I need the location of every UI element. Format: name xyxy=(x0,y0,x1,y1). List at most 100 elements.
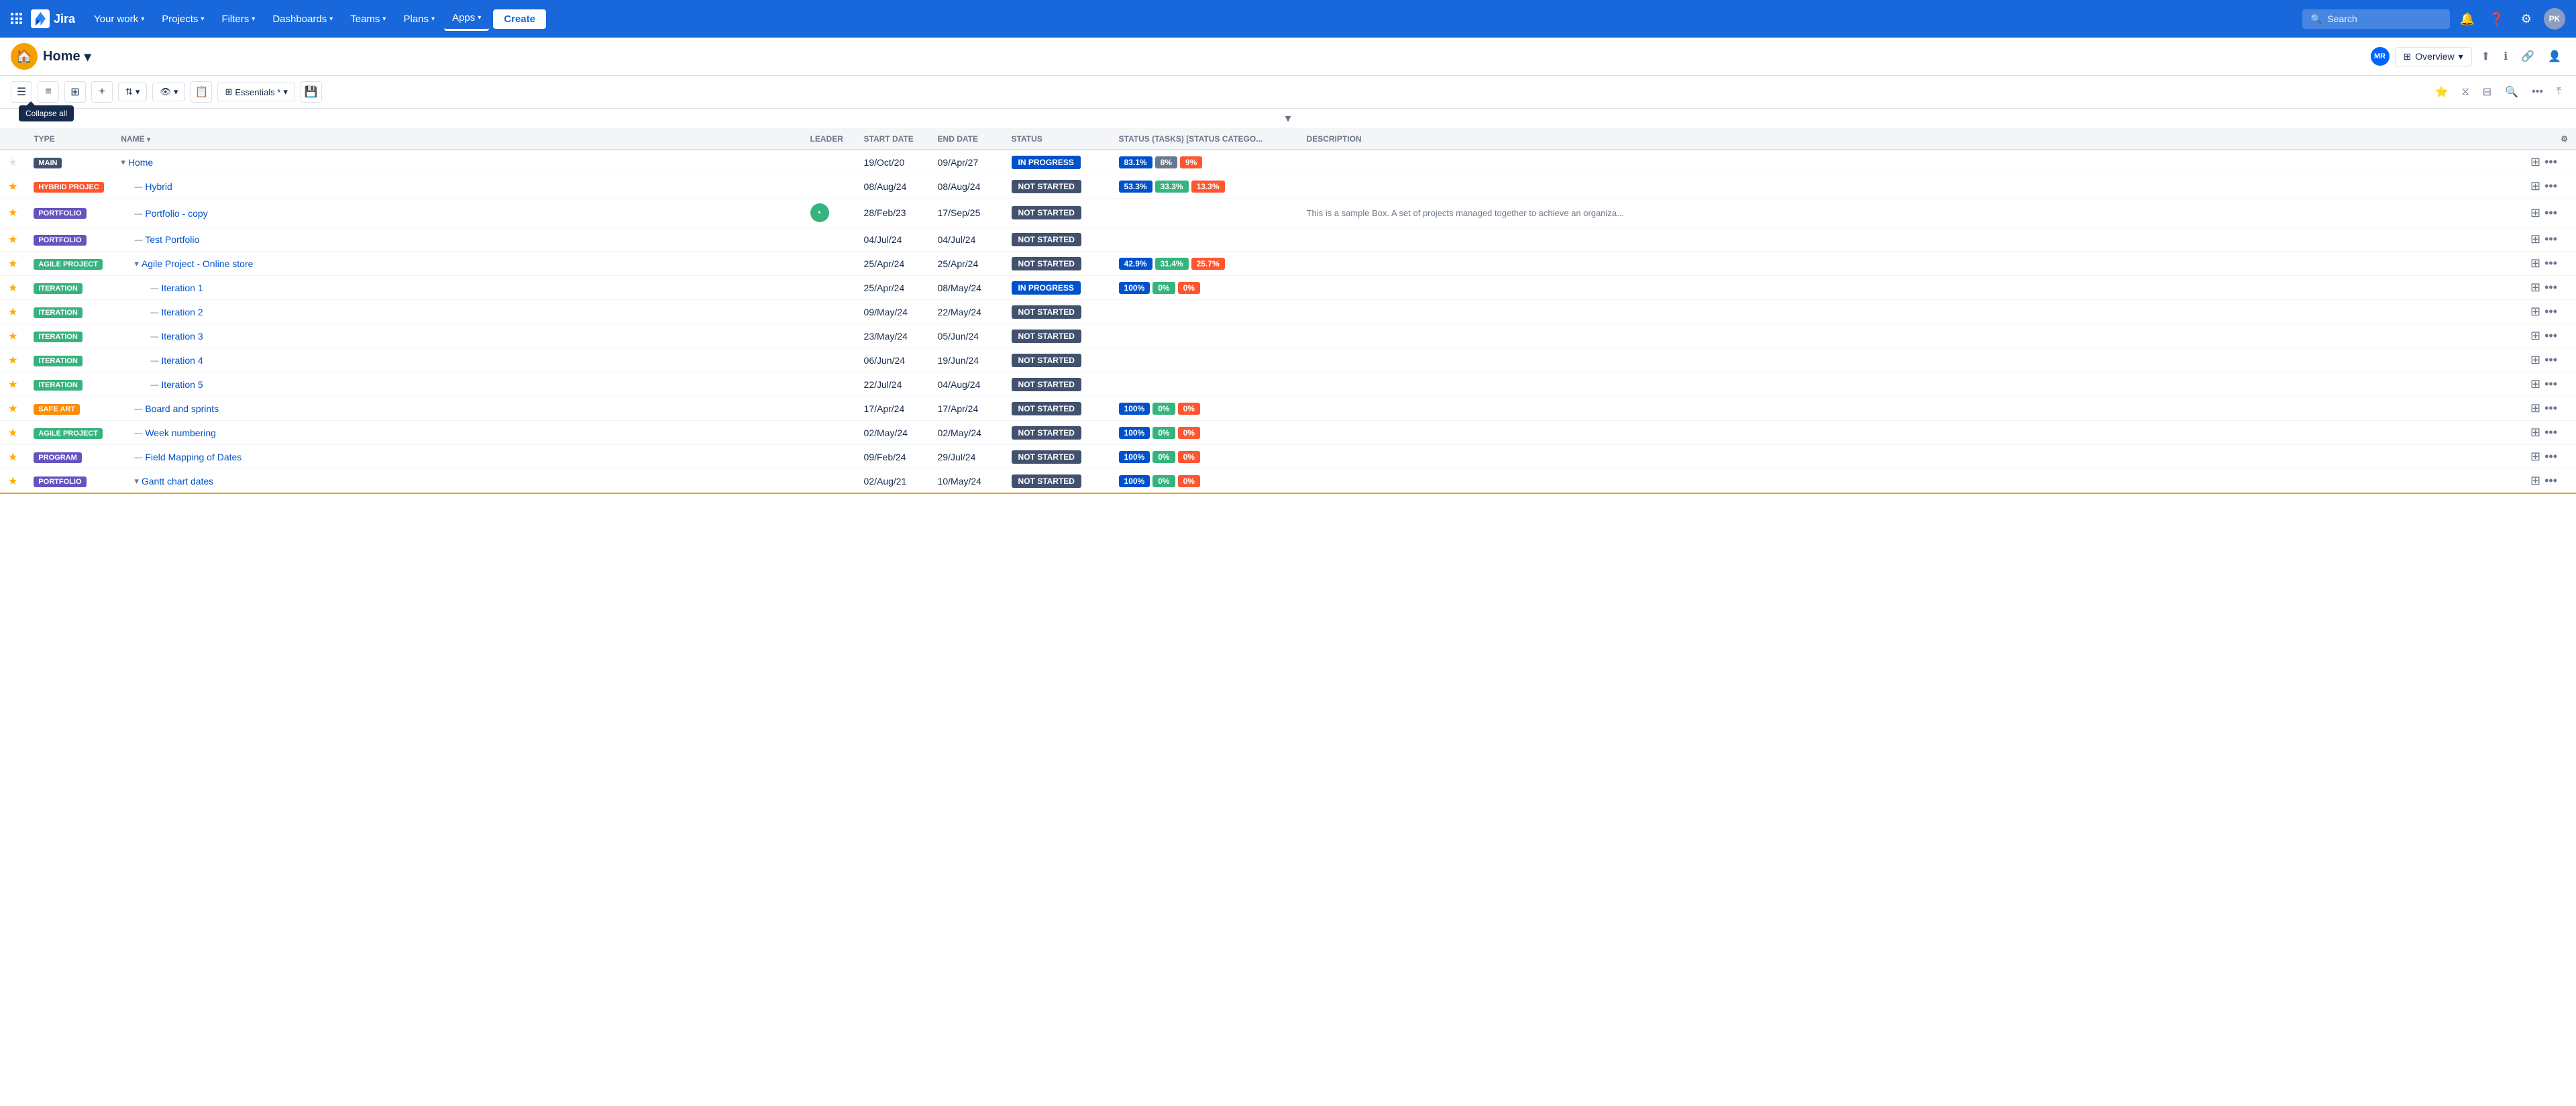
filter-button[interactable]: ⧖ xyxy=(2458,82,2473,102)
more-actions-icon[interactable]: ••• xyxy=(2544,232,2557,246)
project-name-link[interactable]: Week numbering xyxy=(145,428,216,438)
expand-icon[interactable]: ▾ xyxy=(121,157,125,168)
project-name-link[interactable]: Home xyxy=(128,157,153,168)
star-icon[interactable]: ★ xyxy=(8,234,17,246)
col-header-name[interactable]: NAME ▾ xyxy=(113,129,802,150)
list-view-button[interactable]: ☰ xyxy=(11,81,32,103)
project-name-link[interactable]: Field Mapping of Dates xyxy=(145,452,241,462)
settings-button[interactable]: ⚙ xyxy=(2514,7,2538,31)
grid-view-icon[interactable]: ⊞ xyxy=(2530,353,2540,367)
nav-item-filters[interactable]: Filters ▾ xyxy=(213,8,263,30)
col-header-actions[interactable]: ⚙ xyxy=(2522,129,2576,150)
jira-logo[interactable]: Jira xyxy=(31,9,75,28)
more-actions-icon[interactable]: ••• xyxy=(2544,179,2557,193)
grid-view-icon[interactable]: ⊞ xyxy=(2530,450,2540,464)
page-title[interactable]: Home ▾ xyxy=(43,48,91,65)
create-button[interactable]: Create xyxy=(493,9,546,29)
project-name-link[interactable]: Iteration 4 xyxy=(161,355,203,366)
star-icon[interactable]: ★ xyxy=(8,307,17,318)
grid-view-icon[interactable]: ⊞ xyxy=(2530,155,2540,169)
more-actions-icon[interactable]: ••• xyxy=(2544,450,2557,464)
more-actions-icon[interactable]: ••• xyxy=(2544,305,2557,319)
star-icon[interactable]: ★ xyxy=(8,452,17,463)
user-avatar-secondary[interactable]: MR xyxy=(2371,47,2390,66)
star-icon[interactable]: ★ xyxy=(8,157,17,168)
more-actions-icon[interactable]: ••• xyxy=(2544,206,2557,220)
project-name-link[interactable]: Board and sprints xyxy=(145,403,219,414)
compact-view-button[interactable]: ≡ xyxy=(38,81,59,103)
nav-item-teams[interactable]: Teams ▾ xyxy=(342,8,394,30)
overview-button[interactable]: ⊞ Overview ▾ xyxy=(2395,47,2472,66)
project-name-link[interactable]: Test Portfolio xyxy=(145,234,199,245)
star-icon[interactable]: ★ xyxy=(8,379,17,391)
grid-view-icon[interactable]: ⊞ xyxy=(2530,232,2540,246)
star-icon[interactable]: ★ xyxy=(8,331,17,342)
expand-icon[interactable]: ▾ xyxy=(134,258,139,269)
grid-view-icon[interactable]: ⊞ xyxy=(2530,179,2540,193)
project-name-link[interactable]: Iteration 2 xyxy=(161,307,203,317)
star-icon[interactable]: ★ xyxy=(8,207,17,219)
nav-item-your-work[interactable]: Your work ▾ xyxy=(86,8,152,30)
grid-view-icon[interactable]: ⊞ xyxy=(2530,256,2540,270)
more-actions-icon[interactable]: ••• xyxy=(2544,377,2557,391)
star-icon[interactable]: ★ xyxy=(8,283,17,294)
person-button[interactable]: 👤 xyxy=(2544,46,2565,67)
notifications-button[interactable]: 🔔 xyxy=(2455,7,2479,31)
essentials-button[interactable]: ⊞ Essentials * ▾ xyxy=(217,83,294,101)
columns-button[interactable]: ⊟ xyxy=(2479,81,2496,103)
grid-view-icon[interactable]: ⊞ xyxy=(2530,377,2540,391)
nav-item-plans[interactable]: Plans ▾ xyxy=(395,8,443,30)
nav-item-dashboards[interactable]: Dashboards ▾ xyxy=(264,8,341,30)
star-icon[interactable]: ★ xyxy=(8,258,17,270)
more-actions-icon[interactable]: ••• xyxy=(2544,353,2557,367)
column-view-button[interactable]: ⊞ xyxy=(64,81,86,103)
grid-view-icon[interactable]: ⊞ xyxy=(2530,281,2540,295)
nav-item-apps[interactable]: Apps ▾ xyxy=(444,7,489,31)
more-actions-icon[interactable]: ••• xyxy=(2544,474,2557,488)
project-name-link[interactable]: Agile Project - Online store xyxy=(142,258,254,269)
save-button[interactable]: 💾 xyxy=(301,81,322,103)
collapse-all-button[interactable]: ⤒ xyxy=(2553,82,2565,102)
grid-view-icon[interactable]: ⊞ xyxy=(2530,425,2540,440)
export-button[interactable]: 📋 xyxy=(191,81,212,103)
apps-grid-icon[interactable] xyxy=(11,13,23,25)
more-actions-icon[interactable]: ••• xyxy=(2544,256,2557,270)
link-button[interactable]: 🔗 xyxy=(2517,46,2538,67)
more-actions-icon[interactable]: ••• xyxy=(2544,401,2557,415)
more-options-button[interactable]: ••• xyxy=(2528,82,2547,102)
grid-view-icon[interactable]: ⊞ xyxy=(2530,401,2540,415)
sort-button[interactable]: ⇅ ▾ xyxy=(118,83,147,101)
project-name-link[interactable]: Hybrid xyxy=(145,181,172,192)
star-icon[interactable]: ★ xyxy=(8,428,17,439)
scroll-down-icon[interactable]: ▾ xyxy=(1285,111,1291,125)
home-icon[interactable]: 🏠 xyxy=(11,43,38,70)
star-icon[interactable]: ★ xyxy=(8,403,17,415)
share-button[interactable]: ⬆ xyxy=(2477,46,2494,67)
project-name-link[interactable]: Portfolio - copy xyxy=(145,208,207,219)
star-icon[interactable]: ★ xyxy=(8,476,17,487)
project-name-link[interactable]: Iteration 1 xyxy=(161,283,203,293)
info-button[interactable]: ℹ xyxy=(2500,46,2512,67)
add-button[interactable]: + xyxy=(91,81,113,103)
star-button[interactable]: ⭐ xyxy=(2431,81,2453,103)
expand-icon[interactable]: ▾ xyxy=(134,476,139,487)
settings-icon[interactable]: ⚙ xyxy=(2561,134,2568,144)
eye-button[interactable]: 👁 ▾ xyxy=(152,83,185,101)
grid-view-icon[interactable]: ⊞ xyxy=(2530,329,2540,343)
more-actions-icon[interactable]: ••• xyxy=(2544,425,2557,440)
search-toolbar-button[interactable]: 🔍 xyxy=(2501,81,2522,103)
grid-view-icon[interactable]: ⊞ xyxy=(2530,474,2540,488)
search-box[interactable]: 🔍 Search xyxy=(2302,9,2450,29)
user-avatar[interactable]: PK xyxy=(2544,8,2565,30)
project-name-link[interactable]: Gantt chart dates xyxy=(142,476,213,487)
more-actions-icon[interactable]: ••• xyxy=(2544,281,2557,295)
help-button[interactable]: ❓ xyxy=(2485,7,2509,31)
more-actions-icon[interactable]: ••• xyxy=(2544,155,2557,169)
star-icon[interactable]: ★ xyxy=(8,355,17,366)
project-name-link[interactable]: Iteration 5 xyxy=(161,379,203,390)
more-actions-icon[interactable]: ••• xyxy=(2544,329,2557,343)
project-name-link[interactable]: Iteration 3 xyxy=(161,331,203,342)
grid-view-icon[interactable]: ⊞ xyxy=(2530,206,2540,220)
nav-item-projects[interactable]: Projects ▾ xyxy=(154,8,212,30)
grid-view-icon[interactable]: ⊞ xyxy=(2530,305,2540,319)
